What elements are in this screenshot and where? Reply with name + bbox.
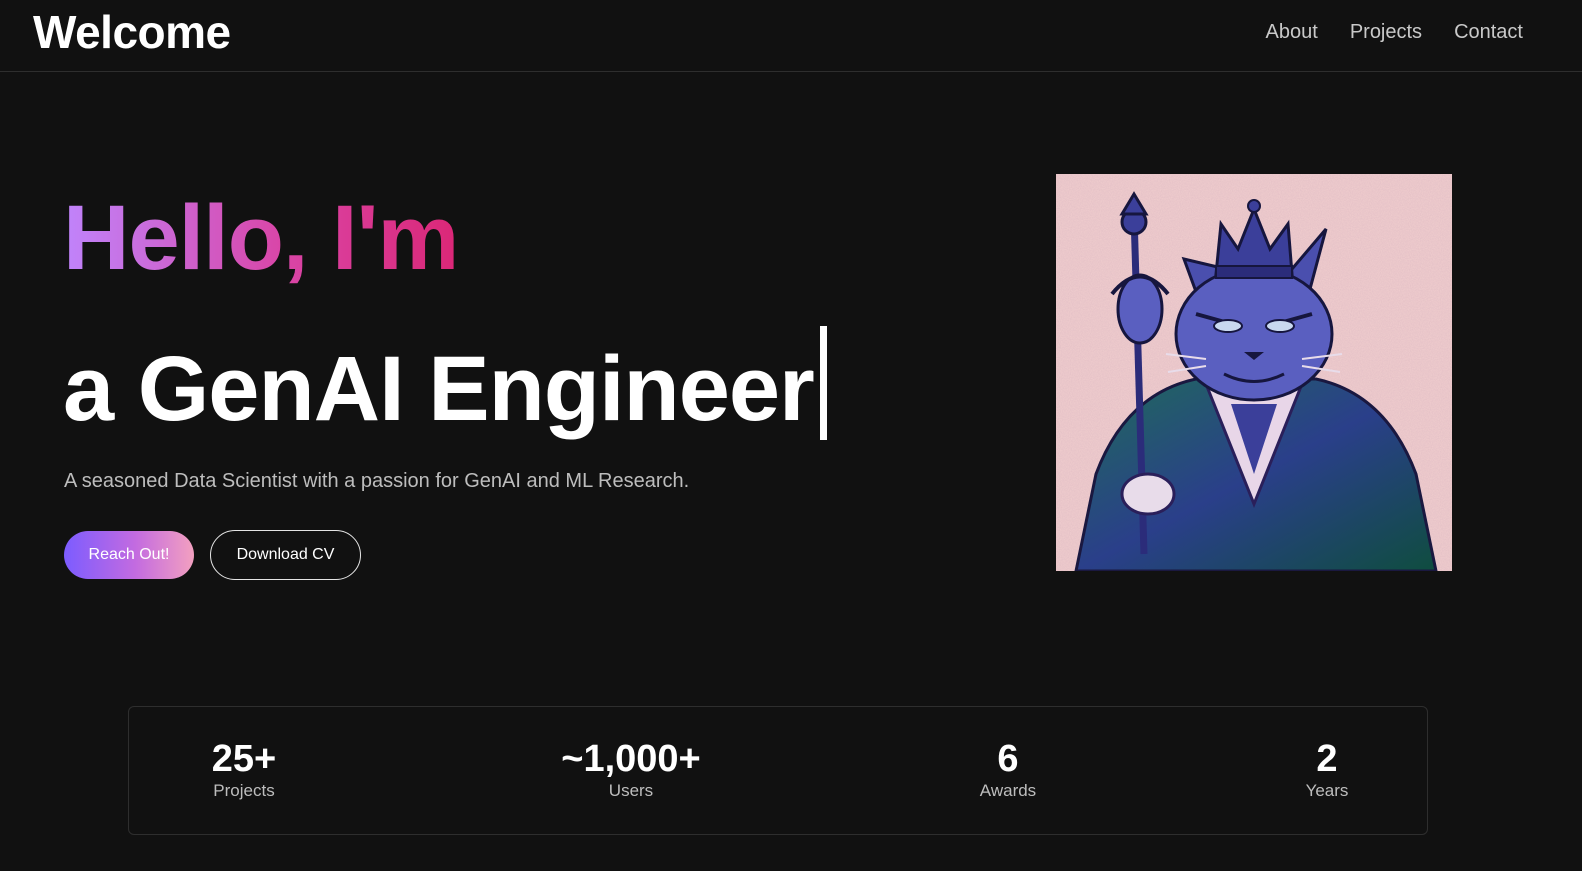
stat-users: ~1,000+ Users: [561, 737, 700, 802]
nav-link-contact[interactable]: Contact: [1454, 18, 1523, 46]
hero-role-heading: a GenAI Engineer: [63, 326, 827, 444]
stat-value: 25+: [211, 738, 277, 780]
hero-role-text: a GenAI Engineer: [63, 338, 815, 440]
stat-years: 2 Years: [1306, 737, 1349, 802]
stat-value: ~1,000+: [561, 738, 701, 780]
cat-king-illustration: [1056, 174, 1452, 571]
profile-portrait: [1056, 174, 1452, 571]
stats-panel: 25+ Projects ~1,000+ Users 6 Awards 2 Ye…: [128, 706, 1428, 835]
stat-projects: 25+ Projects: [212, 737, 276, 802]
download-cv-button[interactable]: Download CV: [210, 530, 361, 580]
stat-label: Projects: [213, 781, 275, 800]
stat-label: Users: [608, 781, 654, 800]
site-brand[interactable]: Welcome: [33, 6, 231, 58]
hero-tagline: A seasoned Data Scientist with a passion…: [64, 470, 690, 492]
stat-label: Years: [1305, 781, 1349, 800]
reach-out-button[interactable]: Reach Out!: [64, 531, 194, 579]
hero-greeting: Hello, I'm: [63, 187, 459, 289]
stat-label: Awards: [979, 781, 1037, 800]
typing-caret: [819, 326, 827, 440]
main-nav: About Projects Contact: [1266, 18, 1523, 46]
nav-link-projects[interactable]: Projects: [1350, 18, 1422, 46]
stat-value: 6: [997, 738, 1019, 780]
stat-awards: 6 Awards: [980, 737, 1036, 802]
top-navbar: Welcome About Projects Contact: [0, 0, 1582, 72]
stat-value: 2: [1316, 738, 1338, 780]
nav-link-about[interactable]: About: [1266, 18, 1318, 46]
